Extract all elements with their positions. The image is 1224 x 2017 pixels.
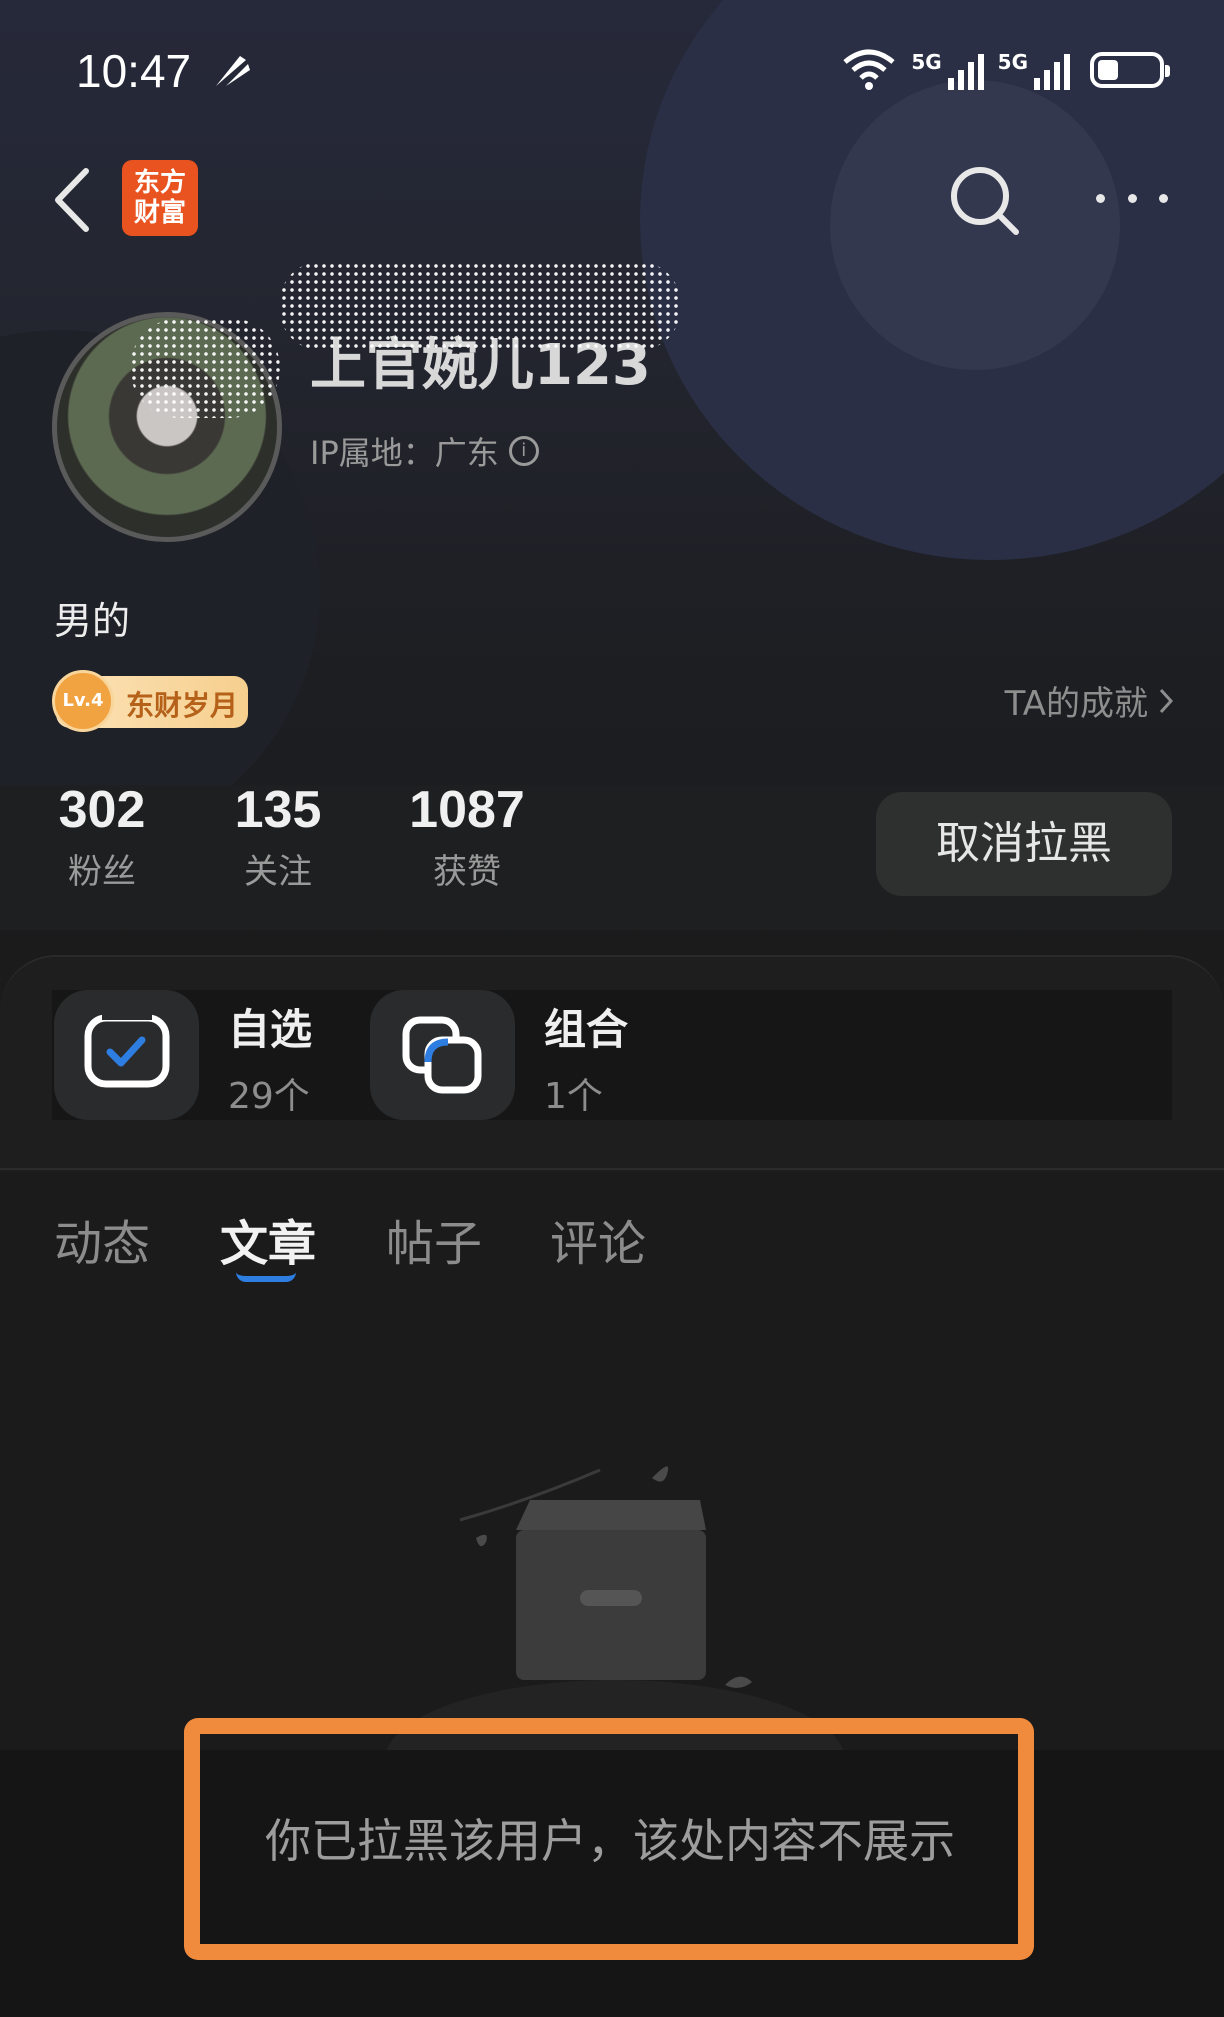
- battery-icon: [1090, 52, 1170, 88]
- unblock-button[interactable]: 取消拉黑: [876, 792, 1172, 896]
- stat-likes[interactable]: 1087 获赞: [402, 780, 532, 893]
- stat-label: 关注: [244, 852, 312, 892]
- stat-value: 135: [234, 781, 322, 839]
- level-badge[interactable]: Lv.4 东财岁月: [52, 670, 248, 732]
- tab-activity[interactable]: 动态: [54, 1204, 150, 1274]
- search-icon[interactable]: [944, 160, 1024, 240]
- watchlist-info[interactable]: 自选 29个: [228, 996, 312, 1119]
- portfolio-tile[interactable]: [370, 990, 515, 1120]
- chevron-right-icon: [1159, 688, 1174, 713]
- stat-following[interactable]: 135 关注: [228, 780, 328, 893]
- cellular-signal-icon: 5G: [911, 50, 984, 90]
- network-type: 5G: [911, 50, 942, 74]
- achievements-label: TA的成就: [1004, 684, 1148, 724]
- tab-articles[interactable]: 文章: [220, 1204, 316, 1274]
- stat-value: 302: [58, 781, 146, 839]
- tab-comments[interactable]: 评论: [550, 1204, 646, 1274]
- portfolio-title: 组合: [544, 1005, 629, 1054]
- watchlist-title: 自选: [228, 1005, 313, 1054]
- stat-label: 获赞: [433, 852, 501, 892]
- cellular-signal-icon: 5G: [998, 50, 1070, 90]
- badge-label: 东财岁月: [126, 689, 239, 722]
- privacy-scribble: [130, 318, 280, 418]
- more-options-icon[interactable]: [1096, 178, 1168, 218]
- portfolio-icon: [402, 1016, 482, 1094]
- status-time: 10:47: [76, 45, 192, 97]
- portfolio-count: 1个: [544, 1076, 603, 1117]
- watchlist-icon: [84, 1008, 170, 1088]
- privacy-scribble: [280, 262, 680, 350]
- active-tab-indicator: [236, 1272, 296, 1282]
- wifi-icon: [843, 49, 895, 90]
- app-logo: 东方 财富: [122, 160, 198, 236]
- achievements-link[interactable]: TA的成就: [1005, 676, 1174, 725]
- stat-followers[interactable]: 302 粉丝: [52, 780, 152, 893]
- app-notification-icon: [216, 56, 250, 86]
- info-icon[interactable]: i: [508, 436, 539, 466]
- watchlist-count: 29个: [228, 1076, 310, 1117]
- ip-location-text: IP属地：广东: [310, 434, 499, 472]
- back-arrow-icon[interactable]: [48, 165, 98, 235]
- tab-posts[interactable]: 帖子: [386, 1204, 482, 1274]
- portfolio-info[interactable]: 组合 1个: [544, 996, 628, 1119]
- blocked-notice-text: 你已拉黑该用户，该处内容不展示: [265, 1814, 955, 1868]
- stat-label: 粉丝: [68, 852, 136, 892]
- watchlist-tile[interactable]: [54, 990, 199, 1120]
- network-type: 5G: [997, 50, 1028, 74]
- empty-box-illustration: [385, 1466, 845, 1760]
- level-icon: Lv.4: [52, 670, 114, 732]
- ip-location: IP属地：广东 i: [310, 428, 539, 474]
- stat-value: 1087: [409, 781, 525, 839]
- user-bio: 男的: [54, 599, 131, 643]
- status-icons: 5G 5G: [841, 48, 1170, 92]
- divider: [0, 1168, 1224, 1170]
